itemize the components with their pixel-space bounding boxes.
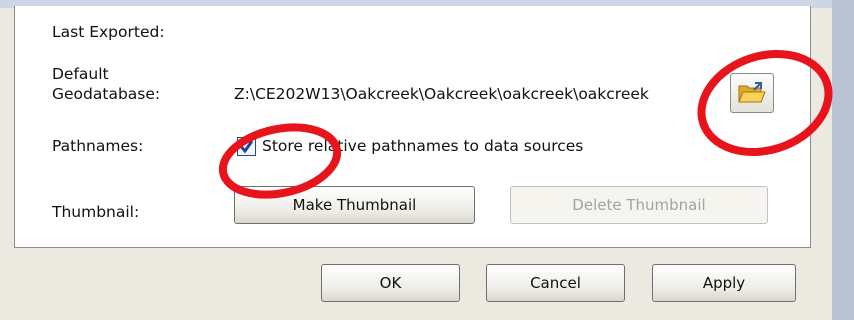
cancel-button[interactable]: Cancel (486, 264, 625, 302)
browse-geodatabase-button[interactable] (730, 73, 774, 113)
pathnames-label: Pathnames: (52, 137, 144, 155)
make-thumbnail-button[interactable]: Make Thumbnail (234, 186, 475, 224)
apply-button[interactable]: Apply (652, 264, 796, 302)
last-exported-label: Last Exported: (52, 23, 165, 41)
ok-button[interactable]: OK (321, 264, 460, 302)
default-geodatabase-label-line1: Default (52, 65, 109, 83)
relative-pathnames-checkbox[interactable] (237, 137, 256, 156)
map-document-properties-dialog: Last Exported: Default Geodatabase: Z:\C… (0, 6, 832, 320)
thumbnail-label: Thumbnail: (52, 203, 140, 221)
open-folder-icon (738, 82, 766, 103)
checkmark-icon (239, 140, 254, 154)
general-tab-panel: Last Exported: Default Geodatabase: Z:\C… (14, 6, 811, 248)
default-geodatabase-label-line2: Geodatabase: (52, 85, 161, 103)
relative-pathnames-label[interactable]: Store relative pathnames to data sources (262, 136, 583, 156)
delete-thumbnail-button[interactable]: Delete Thumbnail (510, 186, 768, 224)
default-geodatabase-path: Z:\CE202W13\Oakcreek\Oakcreek\oakcreek\o… (234, 85, 649, 103)
window-border-right (832, 0, 854, 320)
